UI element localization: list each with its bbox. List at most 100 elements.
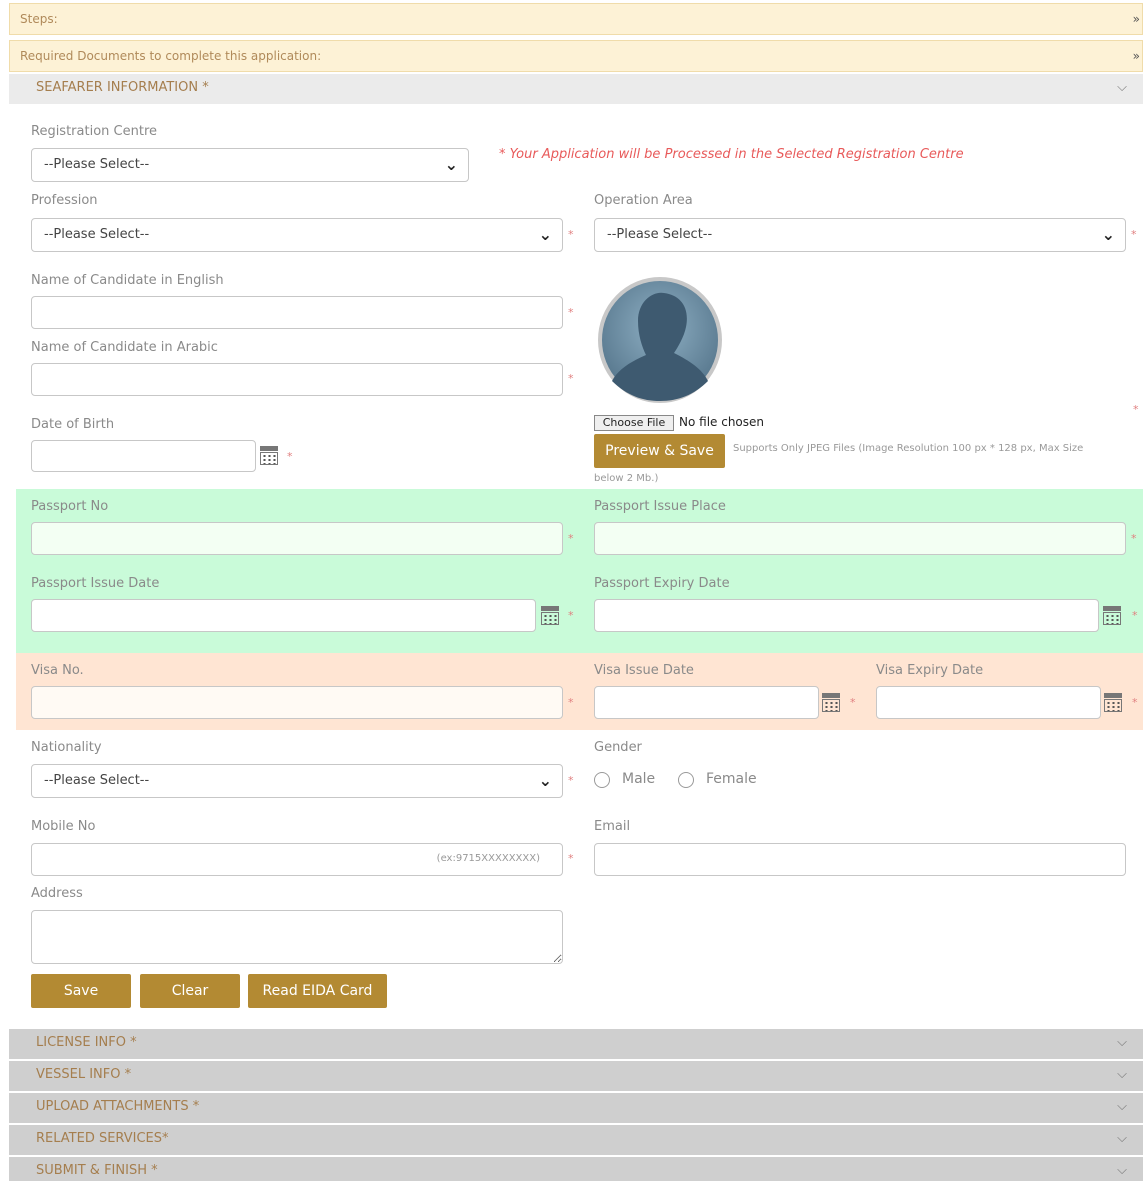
- email-input[interactable]: [594, 843, 1126, 876]
- profession-select[interactable]: --Please Select-- ⌄: [31, 218, 563, 252]
- required-mark: *: [1132, 696, 1138, 709]
- chevron-down-icon: ⌄: [1101, 225, 1115, 244]
- mobile-label: Mobile No: [31, 819, 96, 834]
- profession-value: --Please Select--: [44, 227, 150, 242]
- required-mark: *: [1131, 532, 1137, 545]
- nationality-label: Nationality: [31, 740, 102, 755]
- chevron-down-icon[interactable]: ⌵: [1117, 74, 1127, 102]
- name-arabic-label: Name of Candidate in Arabic: [31, 340, 218, 355]
- accordion-label: VESSEL INFO *: [36, 1067, 132, 1082]
- section-title: SEAFARER INFORMATION *: [36, 80, 209, 95]
- accordion-label: LICENSE INFO *: [36, 1035, 137, 1050]
- steps-label: Steps:: [20, 12, 58, 26]
- choose-file-button[interactable]: Choose File: [594, 415, 674, 431]
- passport-issue-date-label: Passport Issue Date: [31, 576, 160, 591]
- required-mark: *: [287, 450, 293, 463]
- name-english-input[interactable]: [31, 296, 563, 329]
- email-label: Email: [594, 819, 631, 834]
- gender-label: Gender: [594, 740, 642, 755]
- required-mark: *: [1132, 609, 1138, 622]
- accordion-license-info[interactable]: LICENSE INFO * ⌵: [9, 1029, 1143, 1059]
- chevron-down-icon[interactable]: ⌵: [1117, 1125, 1127, 1153]
- name-english-label: Name of Candidate in English: [31, 273, 224, 288]
- visa-issue-date-input[interactable]: [594, 686, 819, 719]
- chevron-down-icon[interactable]: ⌵: [1117, 1061, 1127, 1089]
- passport-expiry-date-input[interactable]: [594, 599, 1099, 632]
- name-arabic-input[interactable]: [31, 363, 563, 396]
- passport-issue-date-input[interactable]: [31, 599, 536, 632]
- calendar-icon[interactable]: [1101, 606, 1123, 626]
- registration-centre-label: Registration Centre: [31, 124, 157, 139]
- passport-no-input[interactable]: [31, 522, 563, 555]
- required-mark: *: [568, 774, 574, 787]
- calendar-icon[interactable]: [820, 693, 842, 713]
- required-mark: *: [1133, 403, 1139, 416]
- chevron-down-icon: ⌄: [444, 155, 458, 174]
- preview-save-button[interactable]: Preview & Save: [594, 434, 725, 468]
- visa-no-label: Visa No.: [31, 663, 84, 678]
- gender-female-label: Female: [706, 771, 757, 787]
- accordion-label: UPLOAD ATTACHMENTS *: [36, 1099, 200, 1114]
- operation-area-select[interactable]: --Please Select-- ⌄: [594, 218, 1126, 252]
- address-textarea[interactable]: [31, 910, 563, 964]
- section-seafarer-information[interactable]: SEAFARER INFORMATION * ⌵: [9, 74, 1143, 104]
- required-mark: *: [568, 696, 574, 709]
- photo-hint: Supports Only JPEG Files (Image Resoluti…: [733, 443, 1084, 454]
- double-chevron-down-icon[interactable]: »: [1133, 4, 1140, 34]
- profession-label: Profession: [31, 193, 98, 208]
- calendar-icon[interactable]: [539, 606, 561, 626]
- gender-male-label: Male: [622, 771, 656, 787]
- nationality-value: --Please Select--: [44, 773, 150, 788]
- mobile-hint: (ex:9715XXXXXXXX): [436, 853, 540, 864]
- chevron-down-icon: ⌄: [538, 771, 552, 790]
- required-mark: *: [850, 696, 856, 709]
- passport-expiry-date-label: Passport Expiry Date: [594, 576, 730, 591]
- gender-female-radio[interactable]: [678, 772, 694, 788]
- clear-button[interactable]: Clear: [140, 974, 240, 1008]
- accordion-related-services[interactable]: RELATED SERVICES* ⌵: [9, 1125, 1143, 1155]
- visa-no-input[interactable]: [31, 686, 563, 719]
- required-mark: *: [1131, 228, 1137, 241]
- chevron-down-icon[interactable]: ⌵: [1117, 1029, 1127, 1057]
- dob-label: Date of Birth: [31, 417, 115, 432]
- passport-no-label: Passport No: [31, 499, 109, 514]
- chevron-down-icon: ⌄: [538, 225, 552, 244]
- registration-notice: * Your Application will be Processed in …: [499, 147, 964, 162]
- visa-expiry-date-label: Visa Expiry Date: [876, 663, 984, 678]
- save-button[interactable]: Save: [31, 974, 131, 1008]
- required-mark: *: [568, 228, 574, 241]
- accordion-upload-attachments[interactable]: UPLOAD ATTACHMENTS * ⌵: [9, 1093, 1143, 1123]
- visa-issue-date-label: Visa Issue Date: [594, 663, 694, 678]
- required-mark: *: [568, 306, 574, 319]
- required-documents-label: Required Documents to complete this appl…: [20, 49, 322, 63]
- gender-male-radio[interactable]: [594, 772, 610, 788]
- nationality-select[interactable]: --Please Select-- ⌄: [31, 764, 563, 798]
- required-mark: *: [568, 852, 574, 865]
- registration-centre-value: --Please Select--: [44, 157, 150, 172]
- no-file-chosen-label: No file chosen: [679, 415, 765, 429]
- accordion-label: RELATED SERVICES*: [36, 1131, 169, 1146]
- calendar-icon[interactable]: [258, 446, 280, 466]
- double-chevron-down-icon[interactable]: »: [1133, 41, 1140, 71]
- dob-input[interactable]: [31, 440, 256, 472]
- operation-area-value: --Please Select--: [607, 227, 713, 242]
- visa-expiry-date-input[interactable]: [876, 686, 1101, 719]
- read-eida-card-button[interactable]: Read EIDA Card: [248, 974, 387, 1008]
- required-mark: *: [568, 372, 574, 385]
- passport-issue-place-input[interactable]: [594, 522, 1126, 555]
- passport-issue-place-label: Passport Issue Place: [594, 499, 726, 514]
- photo-hint-continued: below 2 Mb.): [594, 473, 659, 484]
- accordion-submit-finish[interactable]: SUBMIT & FINISH * ⌵: [9, 1157, 1143, 1181]
- operation-area-label: Operation Area: [594, 193, 693, 208]
- accordion-label: SUBMIT & FINISH *: [36, 1163, 158, 1178]
- required-mark: *: [568, 532, 574, 545]
- registration-centre-select[interactable]: --Please Select-- ⌄: [31, 148, 469, 182]
- required-mark: *: [568, 609, 574, 622]
- required-documents-bar[interactable]: Required Documents to complete this appl…: [9, 40, 1143, 72]
- mobile-input[interactable]: (ex:9715XXXXXXXX): [31, 843, 563, 876]
- accordion-vessel-info[interactable]: VESSEL INFO * ⌵: [9, 1061, 1143, 1091]
- calendar-icon[interactable]: [1102, 693, 1124, 713]
- steps-bar[interactable]: Steps: »: [9, 3, 1143, 35]
- chevron-down-icon[interactable]: ⌵: [1117, 1093, 1127, 1121]
- avatar-silhouette-icon: [598, 277, 722, 403]
